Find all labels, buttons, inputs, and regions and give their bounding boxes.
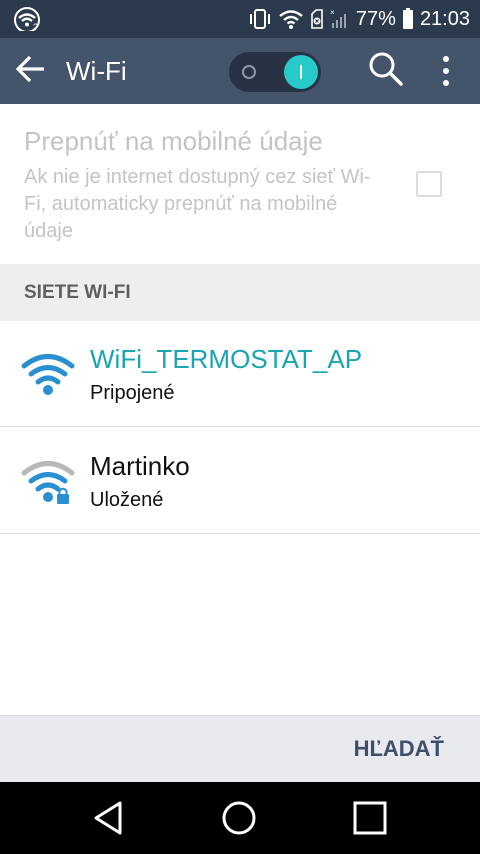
battery-percent: 77% (355, 7, 396, 30)
network-name: Martinko (90, 451, 190, 481)
wifi-signal-icon (278, 8, 304, 30)
nav-home-button[interactable] (219, 798, 259, 838)
mobile-data-title: Prepnúť na mobilné údaje (24, 126, 323, 156)
back-button[interactable] (0, 38, 62, 104)
cellular-signal-icon: × (330, 8, 350, 30)
section-header-wifi-networks: SIETE WI-FI (0, 264, 480, 321)
wifi-notification-icon: ? (14, 7, 42, 31)
back-arrow-icon (15, 55, 47, 88)
search-icon (368, 51, 404, 92)
nav-back-button[interactable] (88, 798, 128, 838)
search-button[interactable] (366, 51, 406, 91)
svg-text:?: ? (33, 22, 38, 31)
network-status: Pripojené (90, 382, 175, 404)
network-item-wifi-termostat-ap[interactable]: WiFi_TERMOSTAT_AP Pripojené (0, 321, 480, 427)
toggle-off-indicator (242, 65, 256, 79)
nav-recents-icon (350, 801, 390, 842)
svg-text:×: × (330, 8, 335, 17)
no-sim-icon (310, 8, 324, 30)
mobile-data-checkbox[interactable] (416, 171, 442, 197)
nav-back-icon (88, 801, 128, 842)
network-status: Uložené (90, 489, 164, 511)
mobile-data-option[interactable]: Prepnúť na mobilné údaje Ak nie je inter… (0, 104, 480, 264)
vibrate-icon (248, 8, 272, 30)
network-item-martinko[interactable]: Martinko Uložené (0, 428, 480, 534)
nav-home-icon (219, 801, 259, 842)
bottom-action-bar: HĽADAŤ (0, 715, 480, 782)
battery-icon (402, 8, 414, 30)
app-bar: Wi-Fi (0, 38, 480, 104)
status-clock: 21:03 (419, 7, 470, 30)
toggle-on-indicator (300, 65, 302, 79)
nav-recents-button[interactable] (350, 798, 390, 838)
status-bar: ? × 77% 21:03 (0, 0, 480, 38)
wifi-full-icon (20, 349, 76, 399)
mobile-data-description: Ak nie je internet dostupný cez sieť Wi-… (24, 166, 371, 242)
scan-button[interactable]: HĽADAŤ (354, 736, 444, 762)
wifi-secured-icon (20, 456, 76, 506)
toggle-knob (284, 55, 318, 89)
overflow-menu-button[interactable] (430, 51, 462, 91)
page-title: Wi-Fi (66, 55, 127, 86)
system-navigation-bar (0, 782, 480, 854)
network-name: WiFi_TERMOSTAT_AP (90, 344, 363, 374)
wifi-toggle[interactable] (229, 52, 321, 92)
overflow-menu-icon (443, 56, 449, 62)
